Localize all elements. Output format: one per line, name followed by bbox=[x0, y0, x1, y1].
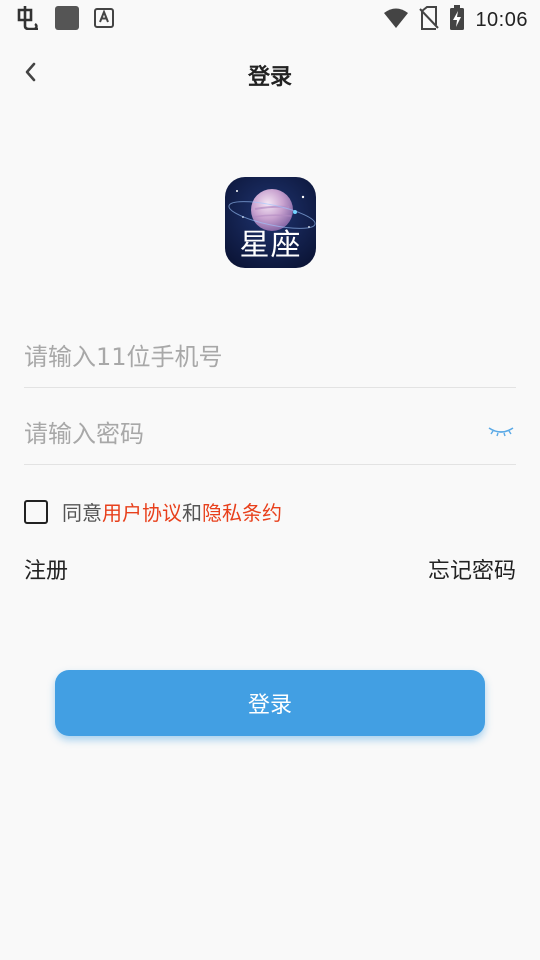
keyboard-a-icon bbox=[94, 7, 114, 33]
logo-text: 星座 bbox=[239, 228, 302, 263]
login-button[interactable]: 登录 bbox=[55, 670, 485, 736]
bug-icon bbox=[14, 6, 40, 34]
wifi-icon bbox=[383, 7, 409, 33]
agreement-checkbox[interactable] bbox=[24, 499, 48, 524]
forgot-password-link[interactable]: 忘记密码 bbox=[428, 553, 516, 585]
app-square-icon bbox=[54, 5, 80, 35]
register-link[interactable]: 注册 bbox=[24, 553, 68, 585]
header-bar: 登录 bbox=[0, 46, 540, 102]
phone-input[interactable] bbox=[24, 327, 516, 387]
phone-field bbox=[24, 327, 516, 388]
battery-charging-icon bbox=[449, 5, 465, 35]
login-button-label: 登录 bbox=[247, 693, 292, 718]
eye-closed-icon[interactable] bbox=[488, 422, 514, 442]
status-bar-right: 10:06 bbox=[383, 5, 528, 35]
privacy-policy-link[interactable]: 隐私条约 bbox=[202, 497, 282, 526]
agreement-and: 和 bbox=[182, 501, 202, 525]
password-input[interactable] bbox=[24, 404, 516, 464]
agreement-row: 同意 用户协议 和 隐私条约 bbox=[24, 497, 282, 526]
status-time: 10:06 bbox=[475, 8, 528, 31]
app-logo: 星座 bbox=[225, 177, 316, 268]
page-title: 登录 bbox=[247, 65, 292, 90]
status-bar-left bbox=[14, 5, 114, 35]
no-sim-icon bbox=[419, 6, 440, 34]
agreement-prefix: 同意 bbox=[62, 501, 102, 525]
user-agreement-link[interactable]: 用户协议 bbox=[102, 497, 182, 526]
password-field bbox=[24, 404, 516, 465]
status-bar: 10:06 bbox=[0, 0, 540, 36]
login-screen: 10:06 登录 星座 请输入11位手机号 同意 用户协议 和 隐私条约 注册 … bbox=[0, 0, 540, 960]
